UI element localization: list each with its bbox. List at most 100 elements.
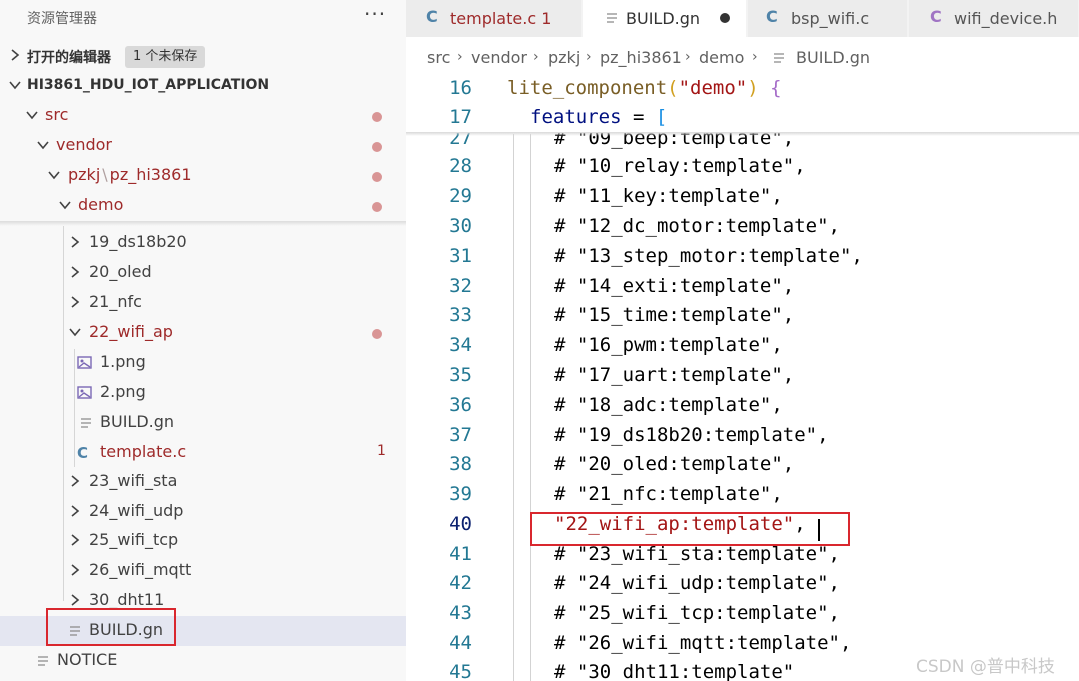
image-file-icon	[77, 354, 93, 372]
tree-label: 2.png	[100, 382, 146, 401]
code-text: # "11_key:template",	[554, 185, 783, 207]
tree-folder[interactable]: 30_dht11	[0, 586, 406, 616]
modified-dot	[372, 172, 382, 182]
code-line[interactable]: 29 # "11_key:template",	[406, 182, 1079, 212]
line-number: 31	[449, 245, 472, 267]
line-number: 39	[449, 483, 472, 505]
code-editor[interactable]: 16 lite_component("demo") { 17 features …	[406, 74, 1079, 681]
code-line-current[interactable]: 40 "22_wifi_ap:template",	[406, 510, 1079, 540]
tree-folder-vendor[interactable]: vendor	[0, 131, 406, 161]
tab-bsp-wifi-c[interactable]: C bsp_wifi.c	[748, 0, 908, 37]
tree-label: NOTICE	[57, 650, 118, 669]
tree-file-png[interactable]: 1.png	[0, 348, 406, 378]
tree-label: src	[45, 105, 69, 124]
code-line[interactable]: 35 # "17_uart:template",	[406, 361, 1079, 391]
sticky-shadow	[406, 132, 1079, 136]
code-line[interactable]: 30 # "12_dc_motor:template",	[406, 212, 1079, 242]
line-number: 17	[449, 106, 472, 128]
tree-folder[interactable]: 20_oled	[0, 258, 406, 288]
text-lines-icon	[79, 414, 95, 432]
code-line[interactable]: 43 # "25_wifi_tcp:template",	[406, 599, 1079, 629]
code-text: # "16_pwm:template",	[554, 334, 783, 356]
unsaved-badge: 1 个未保存	[125, 46, 206, 68]
code-text: # "26_wifi_mqtt:template",	[554, 632, 852, 654]
tree-file-notice[interactable]: NOTICE	[0, 646, 406, 676]
c-file-icon: C	[77, 444, 89, 462]
tree-file-png[interactable]: 2.png	[0, 378, 406, 408]
tree-folder-pzkj[interactable]: pzkj \ pz_hi3861	[0, 161, 406, 191]
chevron-right-icon	[68, 295, 82, 309]
code-line[interactable]: 34 # "16_pwm:template",	[406, 331, 1079, 361]
breadcrumb-item[interactable]: pz_hi3861	[600, 48, 682, 67]
more-actions-icon[interactable]: ···	[364, 2, 386, 26]
project-root[interactable]: HI3861_HDU_IOT_APPLICATION	[0, 71, 406, 101]
h-file-icon: C	[930, 7, 942, 26]
tree-label: pzkj \ pz_hi3861	[68, 165, 192, 184]
tree-folder[interactable]: 24_wifi_udp	[0, 497, 406, 527]
text-lines-icon	[68, 622, 84, 640]
sticky-line[interactable]: 17 features = [	[406, 103, 1079, 133]
code-line[interactable]: 36 # "18_adc:template",	[406, 391, 1079, 421]
tree-folder[interactable]: 21_nfc	[0, 288, 406, 318]
tree-folder-demo[interactable]: demo	[0, 191, 406, 221]
tree-folder[interactable]: 19_ds18b20	[0, 228, 406, 258]
code-text: # "12_dc_motor:template",	[554, 215, 840, 237]
breadcrumb-item[interactable]: src	[427, 48, 450, 67]
code-line[interactable]: 37 # "19_ds18b20:template",	[406, 421, 1079, 451]
chevron-right-icon	[68, 563, 82, 577]
tree-folder[interactable]: 26_wifi_mqtt	[0, 556, 406, 586]
code-line[interactable]: 32 # "14_exti:template",	[406, 272, 1079, 302]
sticky-scroll-shadow	[0, 221, 406, 226]
line-number: 33	[449, 304, 472, 326]
text-lines-icon	[36, 652, 52, 670]
tree-label: demo	[78, 195, 124, 214]
tree-label: 26_wifi_mqtt	[89, 560, 192, 579]
tree-file-build-gn[interactable]: BUILD.gn	[0, 408, 406, 438]
chevron-right-icon	[68, 474, 82, 488]
breadcrumb-item[interactable]: pzkj	[548, 48, 580, 67]
code-text: # "18_adc:template",	[554, 394, 783, 416]
chevron-right-icon	[68, 504, 82, 518]
tree-file-demo-build-gn[interactable]: BUILD.gn	[0, 616, 406, 646]
tree-label: BUILD.gn	[89, 620, 164, 639]
unsaved-dot-icon[interactable]	[720, 13, 730, 23]
tab-build-gn[interactable]: BUILD.gn	[583, 0, 747, 37]
tree-folder-wifi-ap[interactable]: 22_wifi_ap	[0, 318, 406, 348]
tab-wifi-device-h[interactable]: C wifi_device.h	[909, 0, 1079, 37]
line-number: 45	[449, 661, 472, 681]
code-line[interactable]: 28 # "10_relay:template",	[406, 152, 1079, 182]
code-line[interactable]: 42 # "24_wifi_udp:template",	[406, 569, 1079, 599]
line-number: 41	[449, 543, 472, 565]
code-text: # "25_wifi_tcp:template",	[554, 602, 840, 624]
line-number: 42	[449, 572, 472, 594]
line-number: 30	[449, 215, 472, 237]
sticky-line[interactable]: 16 lite_component("demo") {	[406, 74, 1079, 104]
breadcrumb-item[interactable]: demo	[699, 48, 744, 67]
line-number: 44	[449, 632, 472, 654]
tree-file-template-c[interactable]: C template.c 1	[0, 438, 406, 468]
tree-label: vendor	[56, 135, 112, 154]
line-number: 40	[449, 513, 472, 535]
code-line[interactable]: 39 # "21_nfc:template",	[406, 480, 1079, 510]
code-line[interactable]: 33 # "15_time:template",	[406, 301, 1079, 331]
code-line[interactable]: 31 # "13_step_motor:template",	[406, 242, 1079, 272]
tab-label: wifi_device.h	[954, 9, 1058, 28]
line-number: 32	[449, 275, 472, 297]
line-number: 38	[449, 453, 472, 475]
tree-label: 21_nfc	[89, 292, 142, 311]
tree-folder[interactable]: 23_wifi_sta	[0, 467, 406, 497]
code-text: # "17_uart:template",	[554, 364, 795, 386]
tree-folder-src[interactable]: src	[0, 101, 406, 131]
tree-folder[interactable]: 25_wifi_tcp	[0, 526, 406, 556]
code-text: # "15_time:template",	[554, 304, 795, 326]
line-number: 29	[449, 185, 472, 207]
code-line[interactable]: 41 # "23_wifi_sta:template",	[406, 540, 1079, 570]
chevron-down-icon	[8, 78, 22, 92]
code-line[interactable]: 38 # "20_oled:template",	[406, 450, 1079, 480]
tab-template-c[interactable]: C template.c 1	[406, 0, 582, 37]
breadcrumb-item[interactable]: vendor	[471, 48, 527, 67]
tree-label: template.c	[100, 442, 187, 461]
tree-label: 25_wifi_tcp	[89, 530, 179, 549]
tab-label: bsp_wifi.c	[791, 9, 870, 28]
breadcrumb-item[interactable]: BUILD.gn	[796, 48, 870, 67]
